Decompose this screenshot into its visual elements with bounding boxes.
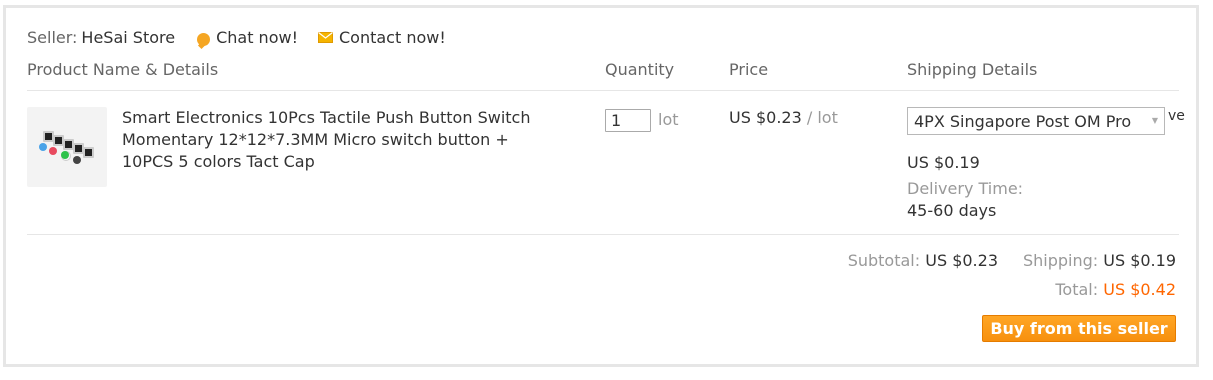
product-thumbnail[interactable] bbox=[27, 107, 107, 187]
seller-label: Seller: bbox=[27, 28, 78, 47]
delivery-time-label: Delivery Time: bbox=[907, 179, 1024, 198]
subtotal-value: US $0.23 bbox=[925, 251, 998, 270]
delivery-time-value: 45-60 days bbox=[907, 201, 997, 220]
item-price: US $0.23 / lot bbox=[729, 108, 838, 127]
column-header-quantity: Quantity bbox=[605, 60, 675, 79]
column-header-shipping: Shipping Details bbox=[907, 60, 1038, 79]
column-header-price: Price bbox=[729, 60, 769, 79]
chevron-down-icon: ▼ bbox=[1151, 116, 1158, 125]
contact-now-link[interactable]: Contact now! bbox=[317, 28, 446, 47]
shipping-total-label: Shipping: bbox=[1022, 251, 1099, 270]
seller-order-panel: Seller: HeSai Store Chat now! Contact no… bbox=[3, 5, 1199, 367]
shipping-total-value: US $0.19 bbox=[1103, 251, 1176, 270]
chat-bubble-icon bbox=[197, 32, 211, 46]
shipping-method-value: 4PX Singapore Post OM Pro bbox=[914, 112, 1132, 131]
quantity-unit: lot bbox=[658, 110, 679, 129]
item-price-value: US $0.23 bbox=[729, 108, 802, 127]
header-divider bbox=[27, 90, 1179, 91]
order-total-value: US $0.42 bbox=[1103, 280, 1176, 299]
chat-now-link[interactable]: Chat now! bbox=[197, 28, 298, 47]
product-title-link[interactable]: Smart Electronics 10Pcs Tactile Push But… bbox=[122, 107, 542, 173]
shipping-method-overflow-text: ve bbox=[1168, 108, 1185, 124]
subtotal-label: Subtotal: bbox=[847, 251, 921, 270]
envelope-icon bbox=[317, 32, 333, 43]
item-divider bbox=[27, 234, 1179, 235]
seller-row: Seller: HeSai Store Chat now! Contact no… bbox=[27, 28, 446, 47]
item-price-unit: / lot bbox=[806, 108, 838, 127]
order-total: Total: US $0.42 bbox=[1055, 280, 1176, 299]
chat-now-label: Chat now! bbox=[216, 28, 298, 47]
shipping-price: US $0.19 bbox=[907, 153, 980, 172]
quantity-input[interactable] bbox=[605, 109, 651, 132]
column-header-product: Product Name & Details bbox=[27, 60, 219, 79]
shipping-method-select[interactable]: 4PX Singapore Post OM Pro ▼ bbox=[907, 107, 1165, 135]
contact-now-label: Contact now! bbox=[338, 28, 446, 47]
subtotal: Subtotal: US $0.23 bbox=[848, 251, 998, 270]
seller-name[interactable]: HeSai Store bbox=[81, 28, 175, 47]
buy-from-seller-button[interactable]: Buy from this seller bbox=[982, 315, 1176, 342]
shipping-total: Shipping: US $0.19 bbox=[1023, 251, 1176, 270]
order-total-label: Total: bbox=[1055, 280, 1099, 299]
